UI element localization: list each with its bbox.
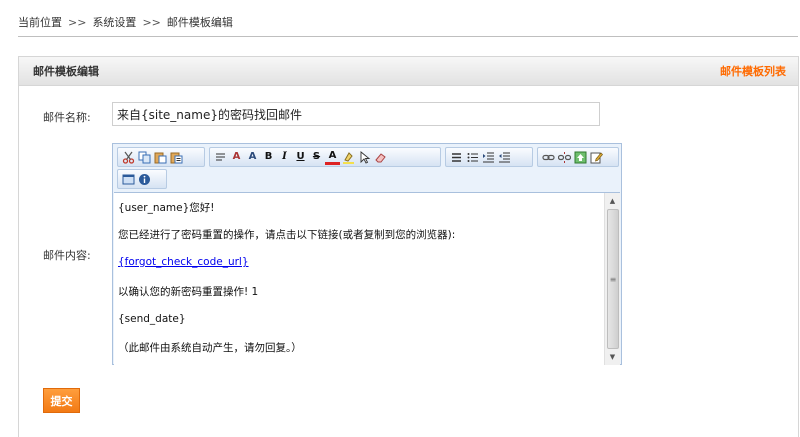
panel-header: 邮件模板编辑 邮件模板列表 xyxy=(19,57,798,86)
editor-content[interactable]: {user_name}您好! 您已经进行了密码重置的操作，请点击以下链接(或者复… xyxy=(114,192,620,365)
edit-panel: 邮件模板编辑 邮件模板列表 邮件名称: 邮件内容: xyxy=(18,56,799,437)
breadcrumb-current-location: 当前位置 xyxy=(18,16,62,29)
mail-name-input[interactable] xyxy=(112,102,600,126)
select-icon[interactable] xyxy=(357,149,372,165)
format-icon[interactable] xyxy=(213,149,228,165)
submit-button[interactable]: 提交 xyxy=(43,388,80,413)
fullscreen-icon[interactable] xyxy=(121,171,136,187)
font-size-icon[interactable]: A xyxy=(245,149,260,165)
mail-name-label: 邮件名称: xyxy=(43,111,91,124)
breadcrumb-divider xyxy=(18,36,798,37)
toolbar-group-formatting: A A B I U S A xyxy=(209,147,441,167)
strikethrough-icon[interactable]: S xyxy=(309,149,324,165)
content-confirm: 以确认您的新密码重置操作! 1 xyxy=(118,286,259,298)
content-instructions: 您已经进行了密码重置的操作，请点击以下链接(或者复制到您的浏览器): xyxy=(118,229,456,241)
italic-icon[interactable]: I xyxy=(277,149,292,165)
toolbar-group-insert xyxy=(537,147,619,167)
scroll-down-icon[interactable]: ▼ xyxy=(605,350,620,364)
scrollbar-thumb[interactable]: ≡ xyxy=(607,209,619,349)
breadcrumb-separator: >> xyxy=(68,15,87,29)
editor-scrollbar[interactable]: ▲ ≡ ▼ xyxy=(604,193,620,365)
paste-text-icon[interactable] xyxy=(169,149,184,165)
breadcrumb-template-edit: 邮件模板编辑 xyxy=(166,16,233,29)
link-icon[interactable] xyxy=(541,149,556,165)
breadcrumb-separator: >> xyxy=(142,15,161,29)
unlink-icon[interactable] xyxy=(557,149,572,165)
copy-icon[interactable] xyxy=(137,149,152,165)
breadcrumb-system-settings[interactable]: 系统设置 xyxy=(92,14,136,30)
font-name-icon[interactable]: A xyxy=(229,149,244,165)
edit-icon[interactable] xyxy=(589,149,604,165)
breadcrumb: 当前位置 >> 系统设置 >> 邮件模板编辑 xyxy=(18,12,233,32)
toolbar-group-clipboard xyxy=(117,147,205,167)
scroll-up-icon[interactable]: ▲ xyxy=(605,194,620,208)
template-list-link[interactable]: 邮件模板列表 xyxy=(720,63,786,79)
content-send-date: {send_date} xyxy=(118,313,186,325)
toolbar-group-lists xyxy=(445,147,533,167)
content-greeting: {user_name}您好! xyxy=(118,202,215,214)
panel-title: 邮件模板编辑 xyxy=(33,65,99,78)
eraser-icon[interactable] xyxy=(373,149,388,165)
content-auto-notice: （此邮件由系统自动产生，请勿回复。） xyxy=(118,342,302,354)
paste-icon[interactable] xyxy=(153,149,168,165)
bold-icon[interactable]: B xyxy=(261,149,276,165)
unordered-list-icon[interactable] xyxy=(465,149,480,165)
toolbar-group-extra xyxy=(117,169,167,189)
outdent-icon[interactable] xyxy=(497,149,512,165)
about-icon[interactable] xyxy=(137,171,152,187)
content-reset-link[interactable]: {forgot_check_code_url} xyxy=(118,256,249,268)
indent-icon[interactable] xyxy=(481,149,496,165)
ordered-list-icon[interactable] xyxy=(449,149,464,165)
highlight-color-icon[interactable] xyxy=(341,149,356,165)
font-color-icon[interactable]: A xyxy=(325,150,340,165)
rich-text-editor: A A B I U S A {user_name}您好! 您已经进行了密码重置的… xyxy=(112,143,622,365)
image-icon[interactable] xyxy=(573,149,588,165)
editor-toolbar: A A B I U S A xyxy=(117,147,619,189)
mail-content-label: 邮件内容: xyxy=(43,249,91,262)
cut-icon[interactable] xyxy=(121,149,136,165)
underline-icon[interactable]: U xyxy=(293,149,308,165)
